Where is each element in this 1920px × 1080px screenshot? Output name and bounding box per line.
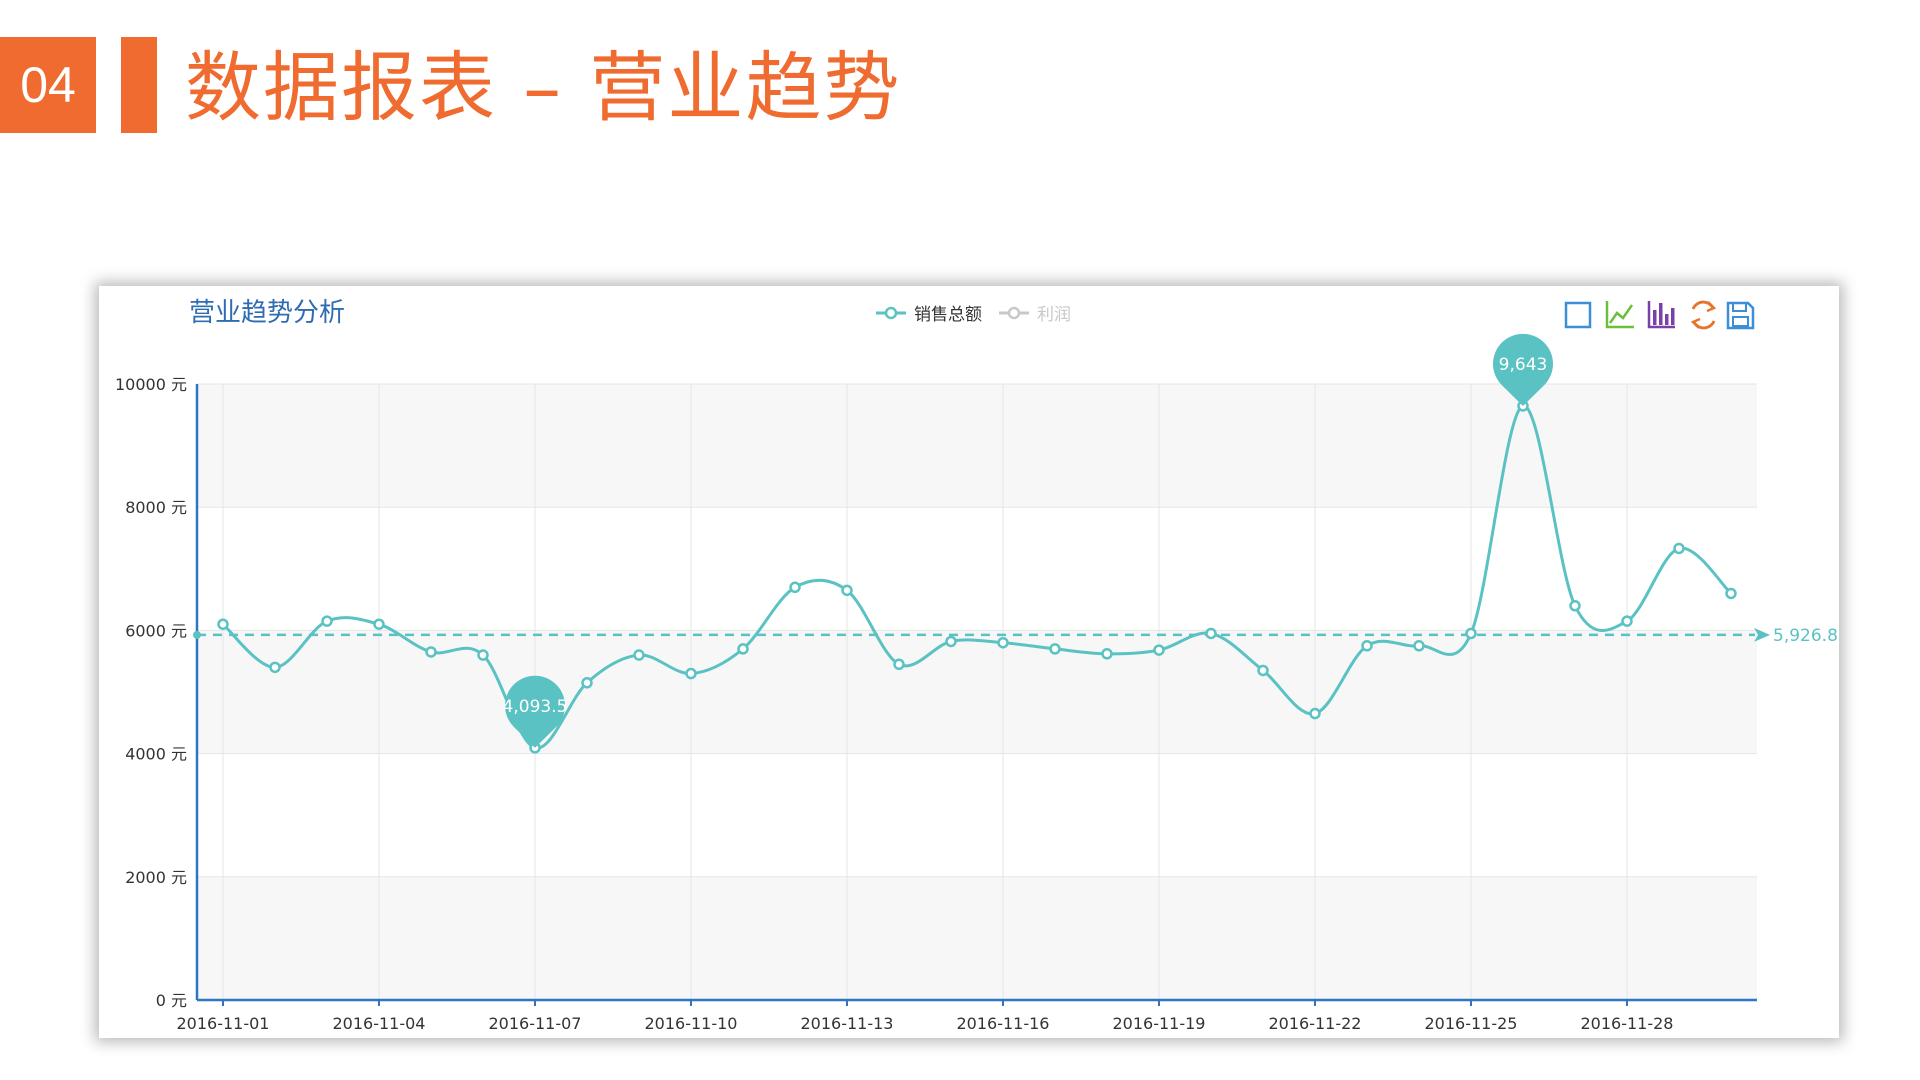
- mark-point-label: 4,093.5: [503, 697, 568, 717]
- data-point[interactable]: [1101, 648, 1113, 660]
- data-point[interactable]: [581, 677, 593, 689]
- data-point[interactable]: [685, 667, 697, 680]
- data-point[interactable]: [269, 661, 281, 674]
- data-point[interactable]: [425, 646, 437, 658]
- toolbox: [1564, 300, 1755, 330]
- x-tick-label: 2016-11-07: [489, 1014, 582, 1033]
- data-point[interactable]: [1621, 615, 1633, 627]
- grid-band: [197, 876, 1757, 1000]
- x-tick-label: 2016-11-04: [333, 1014, 426, 1033]
- data-point[interactable]: [1257, 664, 1269, 677]
- data-point[interactable]: [1153, 644, 1165, 656]
- refresh-icon[interactable]: [1690, 300, 1717, 330]
- x-tick-label: 2016-11-01: [177, 1014, 270, 1033]
- y-tick-label: 10000 元: [115, 375, 187, 394]
- y-tick-label: 6000 元: [125, 621, 187, 640]
- mark-point-label: 9,643: [1499, 355, 1548, 375]
- data-point[interactable]: [1049, 643, 1061, 655]
- legend-item-profit[interactable]: 利润: [999, 305, 1071, 325]
- data-point[interactable]: [841, 584, 853, 597]
- chart-card: 0 元 2000 元 4000 元 6000 元 8000 元 10000 元 2016-…: [99, 286, 1839, 1038]
- data-point[interactable]: [1569, 600, 1581, 612]
- y-tick-label: 0 元: [156, 991, 187, 1010]
- chart-title: 营业趋势分析: [189, 298, 345, 328]
- data-point[interactable]: [373, 618, 385, 630]
- data-point[interactable]: [633, 649, 645, 661]
- slide-accent-bar: [121, 37, 157, 133]
- x-tick-label: 2016-11-19: [1113, 1014, 1206, 1033]
- x-tick-label: 2016-11-28: [1581, 1014, 1674, 1033]
- data-point[interactable]: [1361, 640, 1373, 652]
- mark-line-label: 5,926.82: [1773, 626, 1839, 646]
- legend: 销售总额 利润: [876, 305, 1071, 325]
- slide-title: 数据报表 – 营业趋势: [185, 43, 902, 132]
- line-chart[interactable]: 0 元 2000 元 4000 元 6000 元 8000 元 10000 元 2016-…: [99, 286, 1839, 1038]
- data-point[interactable]: [997, 636, 1009, 649]
- x-tick-label: 2016-11-25: [1425, 1014, 1518, 1033]
- line-chart-icon[interactable]: [1605, 301, 1634, 329]
- data-point[interactable]: [893, 658, 905, 671]
- data-point[interactable]: [1465, 627, 1477, 640]
- legend-label-sales: 销售总额: [914, 305, 982, 325]
- x-tick-label: 2016-11-10: [645, 1014, 738, 1033]
- data-point[interactable]: [321, 615, 333, 627]
- data-point[interactable]: [217, 618, 229, 630]
- data-point[interactable]: [1205, 627, 1217, 640]
- rect-select-icon[interactable]: [1564, 301, 1592, 329]
- bar-chart-icon[interactable]: [1647, 301, 1675, 329]
- legend-item-sales[interactable]: 销售总额: [876, 305, 982, 325]
- data-point[interactable]: [1725, 587, 1737, 600]
- x-tick-label: 2016-11-22: [1269, 1014, 1362, 1033]
- x-tick-label: 2016-11-16: [957, 1014, 1050, 1033]
- x-tick-label: 2016-11-13: [801, 1014, 894, 1033]
- y-tick-label: 8000 元: [125, 498, 187, 517]
- y-tick-label: 4000 元: [125, 745, 187, 764]
- data-point[interactable]: [1413, 640, 1425, 652]
- data-point[interactable]: [737, 643, 749, 655]
- y-tick-label: 2000 元: [125, 868, 187, 887]
- mark-line-start: [193, 630, 201, 639]
- save-icon[interactable]: [1726, 301, 1755, 330]
- data-point[interactable]: [945, 635, 957, 648]
- slide-number: 04: [0, 37, 96, 133]
- data-point[interactable]: [1673, 542, 1685, 555]
- data-point[interactable]: [1309, 707, 1321, 720]
- data-point[interactable]: [477, 649, 489, 661]
- data-point[interactable]: [789, 581, 801, 594]
- legend-label-profit: 利润: [1037, 305, 1071, 325]
